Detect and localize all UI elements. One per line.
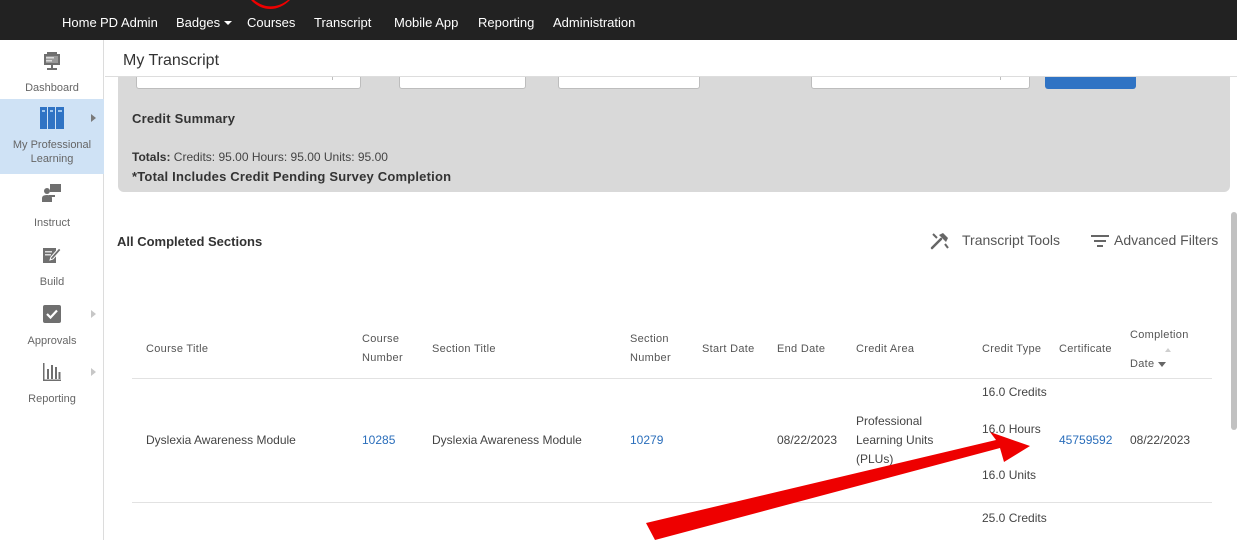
sidebar-item-label: My Professional Learning [12,139,92,165]
totals-value: Credits: 95.00 Hours: 95.00 Units: 95.00 [173,150,388,164]
col-section-title[interactable]: Section Title [432,340,496,359]
checkbox-icon [43,305,61,323]
scrollbar-thumb[interactable] [1231,212,1237,430]
credit-summary-panel: Credit Summary Totals: Credits: 95.00 Ho… [118,77,1230,192]
col-section-number[interactable]: Section Number [630,330,671,368]
credit-summary-title: Credit Summary [132,111,236,126]
top-navigation-bar: Home PD Admin Badges Courses Transcript … [0,0,1237,40]
presentation-board-icon [44,52,60,70]
col-course-number-line2: Number [362,352,403,364]
course-number-link[interactable]: 10285 [362,431,395,450]
nav-reporting[interactable]: Reporting [478,0,534,40]
tools-icon [930,233,949,250]
dropdown-divider [1000,77,1001,80]
col-credit-area[interactable]: Credit Area [856,340,914,359]
col-certificate[interactable]: Certificate [1059,340,1112,359]
nav-home[interactable]: Home [62,0,97,40]
section-title: All Completed Sections [117,234,263,249]
col-end-date[interactable]: End Date [777,340,825,359]
totals-label: Totals: [132,150,171,164]
col-course-title[interactable]: Course Title [146,340,208,359]
sidebar-item-label: Dashboard [25,82,79,94]
nav-pd-admin[interactable]: PD Admin [100,0,158,40]
filter-dropdown-1[interactable] [136,77,361,89]
transcript-tools-button[interactable]: Transcript Tools [962,232,1060,248]
nav-mobile-app[interactable]: Mobile App [394,0,458,40]
search-button[interactable] [1045,77,1136,89]
sidebar-item-my-professional-learning[interactable]: My Professional Learning [0,99,104,174]
chevron-right-icon [91,368,96,376]
dropdown-divider [332,77,333,80]
credit-area-line1: Professional [856,414,923,428]
pencil-edit-icon [43,247,61,263]
sidebar-item-approvals[interactable]: Approvals [0,294,104,352]
credit-area-line2: Learning Units [856,433,934,447]
col-completion-date[interactable]: Completion Date [1130,326,1189,374]
chevron-right-icon [91,114,96,122]
col-completion-line2: Date [1130,358,1155,370]
sidebar-item-label: Approvals [27,335,77,347]
nav-administration[interactable]: Administration [553,0,635,40]
col-credit-type[interactable]: Credit Type [982,340,1041,359]
cell-section-title: Dyslexia Awareness Module [432,433,582,447]
col-start-date[interactable]: Start Date [702,340,755,359]
filter-input-3[interactable] [558,77,700,89]
annotation-swoosh-icon [251,0,290,9]
col-completion-line1: Completion [1130,329,1189,341]
certificate-link[interactable]: 45759592 [1059,431,1112,450]
col-course-number[interactable]: Course Number [362,330,403,368]
left-sidebar: Dashboard My Professional Learning Instr… [0,40,104,540]
teacher-icon [42,184,61,202]
credit-area-line3: (PLUs) [856,452,894,466]
credit-pending-note: *Total Includes Credit Pending Survey Co… [132,169,452,184]
col-completion-line2-wrap: Date [1130,355,1189,374]
advanced-filters-button[interactable]: Advanced Filters [1114,232,1218,248]
section-number-link[interactable]: 10279 [630,431,663,450]
cell-course-title: Dyslexia Awareness Module [146,433,296,447]
cell-credit-hours: 16.0 Hours [982,422,1041,436]
filter-input-2[interactable] [399,77,526,89]
nav-badges-label: Badges [176,15,221,30]
table-row-divider [132,502,1212,503]
cell-credit-units: 16.0 Units [982,468,1037,482]
nav-transcript[interactable]: Transcript [314,0,371,40]
sort-down-icon [1158,361,1167,367]
filter-dropdown-4[interactable] [811,77,1030,89]
col-course-number-line1: Course [362,333,400,345]
sidebar-item-reporting[interactable]: Reporting [0,352,104,410]
cell-credit-credits: 25.0 Credits [982,511,1047,525]
sort-up-icon [1165,348,1171,352]
sidebar-item-label: Instruct [33,217,71,229]
credit-totals: Totals: Credits: 95.00 Hours: 95.00 Unit… [132,150,388,164]
cell-completion-date: 08/22/2023 [1130,433,1191,447]
chevron-down-icon [224,20,233,25]
sidebar-item-label: Build [39,276,65,288]
chevron-right-icon [91,310,96,318]
cell-credit-credits: 16.0 Credits [982,385,1047,399]
page-title: My Transcript [123,52,220,69]
sidebar-item-dashboard[interactable]: Dashboard [0,40,104,98]
sidebar-item-label: Reporting [28,393,76,405]
col-section-number-line2: Number [630,352,671,364]
table-header-divider [132,378,1212,379]
cell-credit-area: Professional Learning Units (PLUs) [856,412,933,469]
col-section-number-line1: Section [630,333,669,345]
filter-icon [1091,235,1109,247]
bar-chart-icon [43,363,61,381]
sidebar-item-build[interactable]: Build [0,235,104,291]
books-icon [40,107,64,129]
cell-end-date: 08/22/2023 [777,433,838,447]
nav-badges[interactable]: Badges [176,0,233,40]
sidebar-item-instruct[interactable]: Instruct [0,176,104,232]
